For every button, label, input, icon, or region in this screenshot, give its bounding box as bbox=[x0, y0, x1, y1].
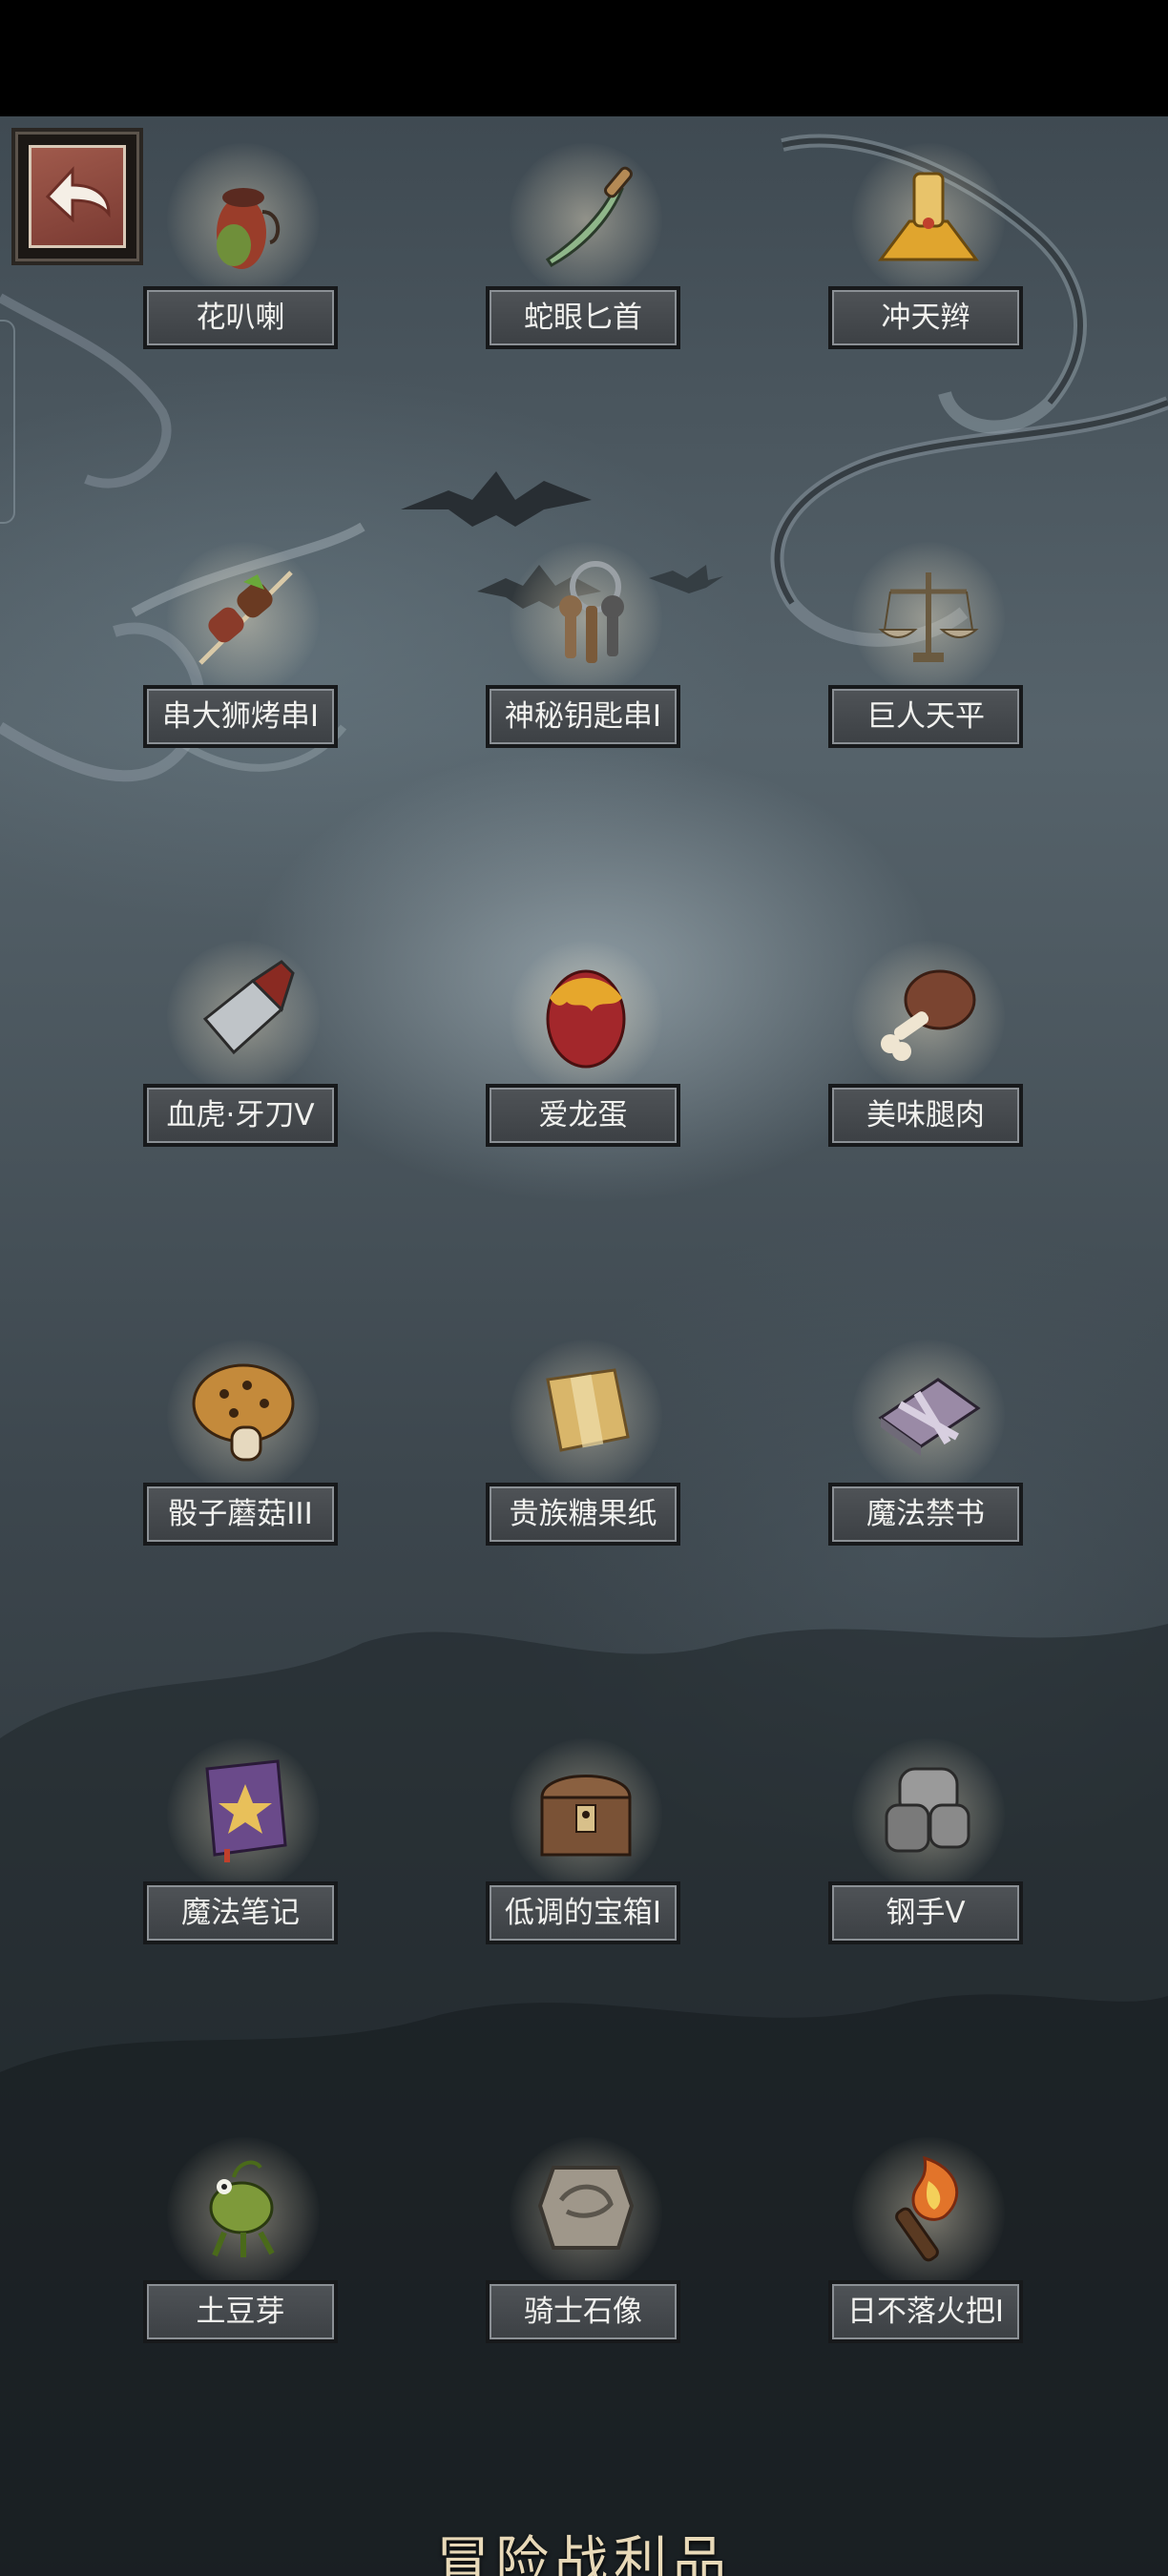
dragon-egg-icon[interactable] bbox=[529, 952, 643, 1076]
item-label[interactable]: 魔法禁书 bbox=[828, 1483, 1023, 1546]
inventory-item[interactable]: 骰子蘑菇III bbox=[119, 1340, 367, 1568]
inventory-item[interactable]: 花叭喇 bbox=[119, 143, 367, 372]
inventory-item[interactable]: 贵族糖果纸 bbox=[462, 1340, 710, 1568]
item-label[interactable]: 冲天辫 bbox=[828, 286, 1023, 349]
inventory-item[interactable]: 钢手V bbox=[804, 1738, 1053, 1967]
status-bar bbox=[0, 0, 1168, 116]
candy-wrapper-icon[interactable] bbox=[529, 1351, 643, 1475]
item-label[interactable]: 串大狮烤串I bbox=[143, 685, 338, 748]
item-label[interactable]: 土豆芽 bbox=[143, 2280, 338, 2343]
inventory-item[interactable]: 爱龙蛋 bbox=[462, 941, 710, 1170]
forbidden-book-icon[interactable] bbox=[871, 1351, 986, 1475]
item-label[interactable]: 蛇眼匕首 bbox=[486, 286, 680, 349]
item-label[interactable]: 骰子蘑菇III bbox=[143, 1483, 338, 1546]
inventory-item[interactable]: 冲天辫 bbox=[804, 143, 1053, 372]
braid-icon[interactable] bbox=[871, 155, 986, 279]
torch-icon[interactable] bbox=[871, 2149, 986, 2273]
inventory-item[interactable]: 血虎·牙刀V bbox=[119, 941, 367, 1170]
skewer-icon[interactable] bbox=[186, 553, 301, 677]
item-label[interactable]: 神秘钥匙串I bbox=[486, 685, 680, 748]
inventory-item[interactable]: 低调的宝箱I bbox=[462, 1738, 710, 1967]
meat-leg-icon[interactable] bbox=[871, 952, 986, 1076]
keys-icon[interactable] bbox=[529, 553, 643, 677]
inventory-item[interactable]: 魔法禁书 bbox=[804, 1340, 1053, 1568]
inventory-item[interactable]: 巨人天平 bbox=[804, 542, 1053, 771]
inventory-item[interactable]: 魔法笔记 bbox=[119, 1738, 367, 1967]
cleaver-icon[interactable] bbox=[186, 952, 301, 1076]
inventory-item[interactable]: 日不落火把I bbox=[804, 2137, 1053, 2366]
item-label[interactable]: 低调的宝箱I bbox=[486, 1881, 680, 1944]
treasure-chest-icon[interactable] bbox=[529, 1750, 643, 1874]
page-title: 冒险战利品 bbox=[436, 2531, 732, 2576]
inventory-item[interactable]: 骑士石像 bbox=[462, 2137, 710, 2366]
item-label[interactable]: 钢手V bbox=[828, 1881, 1023, 1944]
item-label[interactable]: 日不落火把I bbox=[828, 2280, 1023, 2343]
item-label[interactable]: 血虎·牙刀V bbox=[143, 1084, 338, 1147]
inventory-item[interactable]: 土豆芽 bbox=[119, 2137, 367, 2366]
pitcher-plant-icon[interactable] bbox=[186, 155, 301, 279]
item-label[interactable]: 花叭喇 bbox=[143, 286, 338, 349]
stone-tablet-icon[interactable] bbox=[529, 2149, 643, 2273]
sprout-creature-icon[interactable] bbox=[186, 2149, 301, 2273]
item-label[interactable]: 爱龙蛋 bbox=[486, 1084, 680, 1147]
inventory-item[interactable]: 神秘钥匙串I bbox=[462, 542, 710, 771]
mushroom-icon[interactable] bbox=[186, 1351, 301, 1475]
scales-icon[interactable] bbox=[871, 553, 986, 677]
dagger-icon[interactable] bbox=[529, 155, 643, 279]
gauntlet-icon[interactable] bbox=[871, 1750, 986, 1874]
item-label[interactable]: 魔法笔记 bbox=[143, 1881, 338, 1944]
spellbook-icon[interactable] bbox=[186, 1750, 301, 1874]
inventory-item[interactable]: 美味腿肉 bbox=[804, 941, 1053, 1170]
item-label[interactable]: 美味腿肉 bbox=[828, 1084, 1023, 1147]
inventory-item[interactable]: 串大狮烤串I bbox=[119, 542, 367, 771]
item-label[interactable]: 巨人天平 bbox=[828, 685, 1023, 748]
item-label[interactable]: 贵族糖果纸 bbox=[486, 1483, 680, 1546]
edge-handle[interactable] bbox=[0, 320, 15, 524]
item-label[interactable]: 骑士石像 bbox=[486, 2280, 680, 2343]
app-screen: 花叭喇 蛇眼匕首 冲天辫串大狮烤串I 神秘钥匙串I 巨人天平血虎·牙刀V 爱龙蛋 美味腿肉骰… bbox=[0, 0, 1168, 2576]
inventory-item[interactable]: 蛇眼匕首 bbox=[462, 143, 710, 372]
